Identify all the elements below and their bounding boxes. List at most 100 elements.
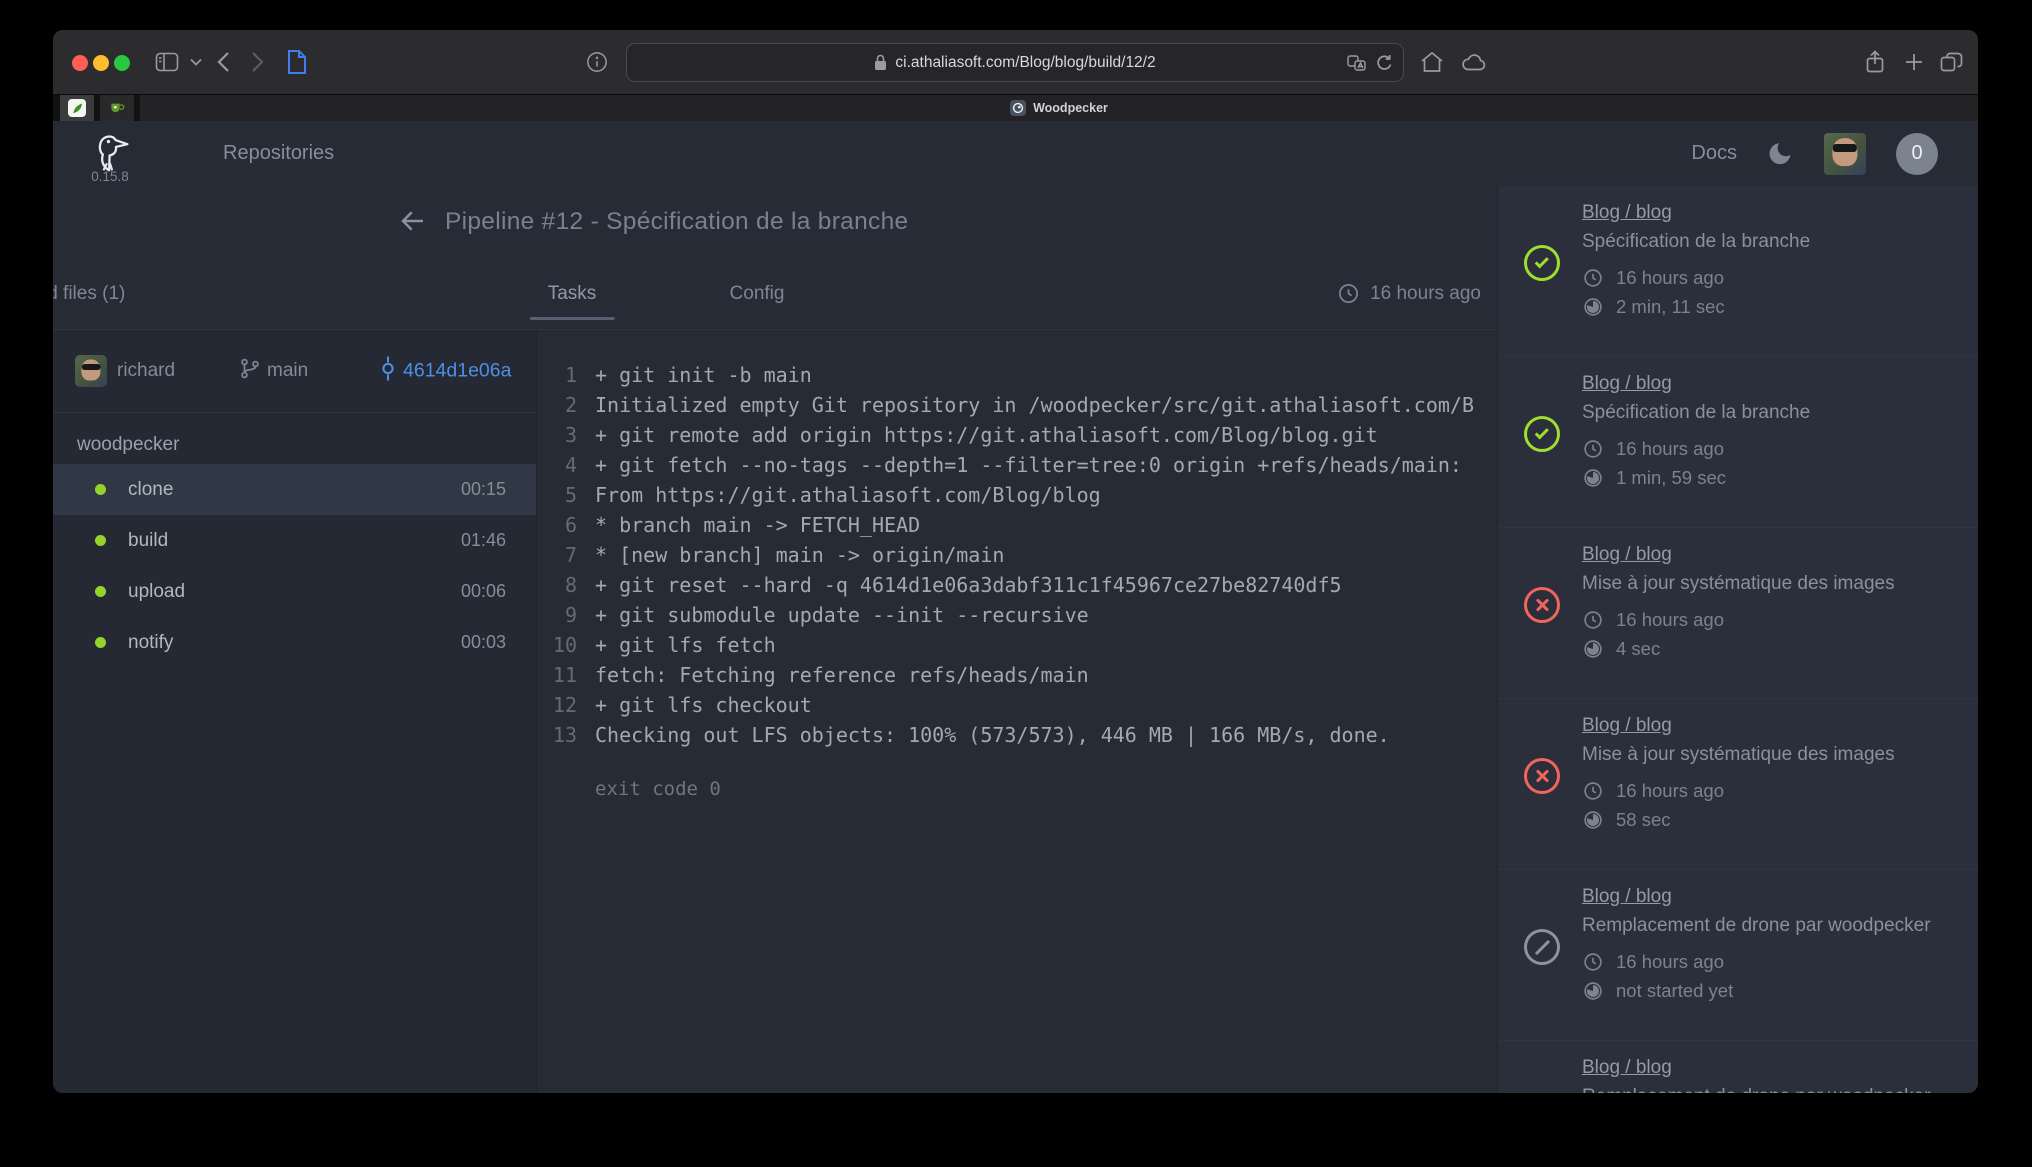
author-name: richard [117,360,175,382]
log-line-text: Checking out LFS objects: 100% (573/573)… [595,720,1390,750]
home-icon[interactable] [1420,51,1444,73]
browser-window: ci.athaliasoft.com/Blog/blog/build/12/2 [53,30,1978,1093]
pipeline-status-icon [1524,929,1560,965]
minimize-window-button[interactable] [93,55,109,71]
new-tab-icon[interactable] [1904,52,1924,72]
pinned-tab-leaf[interactable] [60,95,94,121]
entry-duration-row: 1 min, 59 sec [1582,467,1960,489]
duration-icon [1582,980,1604,1002]
step-row[interactable]: clone 00:15 [53,464,536,515]
repo-link[interactable]: Blog / blog [1582,715,1672,737]
duration-icon [1582,467,1604,489]
commit-hash-link[interactable]: 4614d1e06a [403,360,511,383]
log-line-number: 8 [537,570,577,600]
log-line-number: 12 [537,690,577,720]
back-navigation-icon[interactable] [216,51,230,73]
zoom-window-button[interactable] [114,55,130,71]
entry-time: 16 hours ago [1616,438,1724,460]
pipeline-tab[interactable]: Config [730,258,785,329]
log-line: 2 Initialized empty Git repository in /w… [537,390,1497,420]
pipeline-feed-entry[interactable]: Blog / blog Remplacement de drone par wo… [1498,1041,1978,1093]
commit-message: Mise à jour systématique des images [1582,573,1960,595]
icloud-tabs-icon[interactable] [1461,53,1487,71]
pipeline-title: Pipeline #12 - Spécification de la branc… [445,208,908,236]
log-line-text: Initialized empty Git repository in /woo… [595,390,1474,420]
workflow-group-label: woodpecker [77,434,536,456]
log-line-text: fetch: Fetching reference refs/heads/mai… [595,660,1089,690]
pipeline-title-row: Pipeline #12 - Spécification de la branc… [53,186,1497,258]
entry-time-row: 16 hours ago [1582,609,1960,631]
step-name: build [128,530,439,552]
share-icon[interactable] [1865,50,1885,74]
pipeline-feed-entry[interactable]: Blog / blog Remplacement de drone par wo… [1498,870,1978,1041]
repo-link[interactable]: Blog / blog [1582,373,1672,395]
pipeline-feed-entry[interactable]: Blog / blog Mise à jour systématique des… [1498,699,1978,870]
duration-icon [1582,638,1604,660]
step-duration: 00:03 [461,632,506,653]
woodpecker-logo[interactable]: 0.15.8 [87,132,133,184]
pipeline-feed-entry[interactable]: Blog / blog Spécification de la branche … [1498,357,1978,528]
log-lines: 1 + git init -b main 2 Initialized empty… [537,360,1497,750]
step-duration: 00:15 [461,479,506,500]
log-line-text: + git lfs fetch [595,630,776,660]
entry-time-row: 16 hours ago [1582,438,1960,460]
close-window-button[interactable] [72,55,88,71]
log-line-text: * [new branch] main -> origin/main [595,540,1004,570]
sidebar-chevron-icon[interactable] [190,58,202,66]
repo-link[interactable]: Blog / blog [1582,544,1672,566]
woodpecker-app: 0.15.8 Repositories Docs 0 Pipeline #12 … [53,121,1978,1093]
app-header: 0.15.8 Repositories Docs 0 [53,121,1978,186]
pipeline-feed: Blog / blog Spécification de la branche … [1497,186,1978,1093]
reload-icon[interactable] [1376,54,1393,72]
log-line-text: + git init -b main [595,360,812,390]
log-line-number: 2 [537,390,577,420]
pipeline-tab[interactable]: Changed files (1) [53,258,125,329]
step-status-dot-icon [95,535,106,546]
woodpecker-favicon-icon [1010,100,1026,116]
nav-repositories[interactable]: Repositories [223,142,334,165]
log-console[interactable]: 1 + git init -b main 2 Initialized empty… [537,330,1497,1093]
notifications-badge[interactable]: 0 [1896,133,1938,175]
browser-toolbar: ci.athaliasoft.com/Blog/blog/build/12/2 [53,30,1978,95]
log-line: 9 + git submodule update --init --recurs… [537,600,1497,630]
log-line-number: 4 [537,450,577,480]
pipeline-tab[interactable]: Tasks [548,258,597,329]
pipeline-feed-entry[interactable]: Blog / blog Spécification de la branche … [1498,186,1978,357]
pipeline-status-icon [1524,416,1560,452]
duration-icon [1582,809,1604,831]
forward-navigation-icon[interactable] [251,51,265,73]
entry-time-row: 16 hours ago [1582,780,1960,802]
tab-overview-icon[interactable] [1940,52,1963,73]
entry-time-row: 16 hours ago [1582,267,1960,289]
repo-link[interactable]: Blog / blog [1582,886,1672,908]
woodpecker-bird-icon [87,132,133,172]
user-avatar[interactable] [1824,133,1866,175]
pipeline-feed-entry[interactable]: Blog / blog Mise à jour systématique des… [1498,528,1978,699]
entry-time: 16 hours ago [1616,267,1724,289]
translate-icon[interactable] [1347,55,1366,71]
entry-duration-row: not started yet [1582,980,1960,1002]
gitea-cup-favicon-icon [110,102,125,115]
nav-docs[interactable]: Docs [1691,142,1737,165]
log-line: 12 + git lfs checkout [537,690,1497,720]
step-row[interactable]: build 01:46 [53,515,536,566]
repo-link[interactable]: Blog / blog [1582,1057,1672,1079]
active-tab-woodpecker[interactable]: Woodpecker [140,95,1978,121]
back-arrow-icon[interactable] [398,206,430,238]
sidebar-toggle-icon[interactable] [155,52,179,72]
git-commit-icon [377,356,399,387]
step-row[interactable]: upload 00:06 [53,566,536,617]
step-row[interactable]: notify 00:03 [53,617,536,668]
entry-time: 16 hours ago [1616,951,1724,973]
log-line-number: 3 [537,420,577,450]
repo-link[interactable]: Blog / blog [1582,202,1672,224]
entry-duration-row: 4 sec [1582,638,1960,660]
page-settings-icon[interactable] [586,51,608,73]
build-meta-row: richard main 4614d1e06a [53,330,536,413]
pinned-tab-gitea[interactable] [100,95,134,121]
reader-document-icon[interactable] [286,49,308,75]
address-bar[interactable]: ci.athaliasoft.com/Blog/blog/build/12/2 [626,43,1404,82]
log-line-text: + git fetch --no-tags --depth=1 --filter… [595,450,1462,480]
dark-mode-moon-icon[interactable] [1767,140,1794,167]
log-line: 4 + git fetch --no-tags --depth=1 --filt… [537,450,1497,480]
